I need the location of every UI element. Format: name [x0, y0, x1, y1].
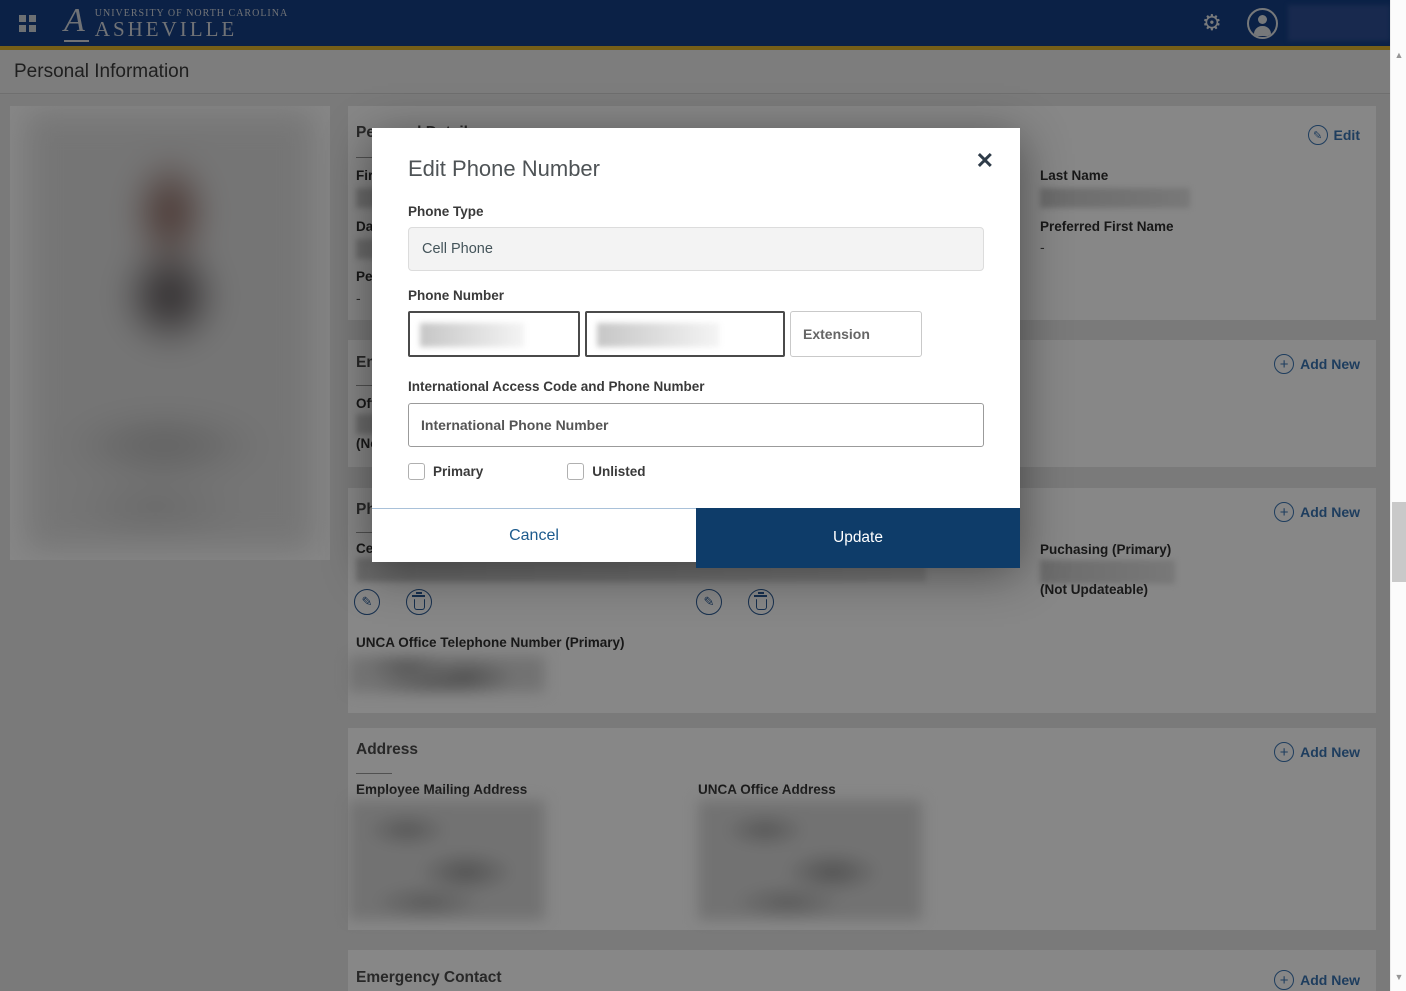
cancel-button[interactable]: Cancel: [372, 508, 696, 562]
modal-title: Edit Phone Number: [408, 156, 984, 182]
phone-type-label: Phone Type: [408, 204, 984, 219]
scrollbar[interactable]: ▲ ▼: [1390, 0, 1406, 991]
unlisted-checkbox-label: Unlisted: [592, 464, 645, 479]
phone-number-redacted: [597, 323, 719, 347]
international-label: International Access Code and Phone Numb…: [408, 379, 984, 394]
update-button[interactable]: Update: [696, 508, 1020, 568]
edit-phone-modal: ✕ Edit Phone Number Phone Type Cell Phon…: [372, 128, 1020, 562]
checkbox-box[interactable]: [567, 463, 584, 480]
area-code-redacted: [420, 323, 524, 347]
unlisted-checkbox[interactable]: Unlisted: [567, 463, 645, 480]
international-phone-input[interactable]: [408, 403, 984, 447]
page-root: A University of North Carolina Asheville…: [0, 0, 1406, 991]
primary-checkbox[interactable]: Primary: [408, 463, 483, 480]
scrollbar-thumb[interactable]: [1392, 502, 1406, 582]
checkbox-box[interactable]: [408, 463, 425, 480]
phone-number-input[interactable]: [585, 311, 785, 357]
area-code-input[interactable]: [408, 311, 580, 357]
extension-input[interactable]: [790, 311, 922, 357]
primary-checkbox-label: Primary: [433, 464, 483, 479]
close-icon[interactable]: ✕: [972, 146, 998, 176]
phone-number-label: Phone Number: [408, 288, 984, 303]
scroll-up-icon[interactable]: ▲: [1391, 50, 1406, 60]
phone-type-field: Cell Phone: [408, 227, 984, 271]
scroll-down-icon[interactable]: ▼: [1391, 972, 1406, 982]
